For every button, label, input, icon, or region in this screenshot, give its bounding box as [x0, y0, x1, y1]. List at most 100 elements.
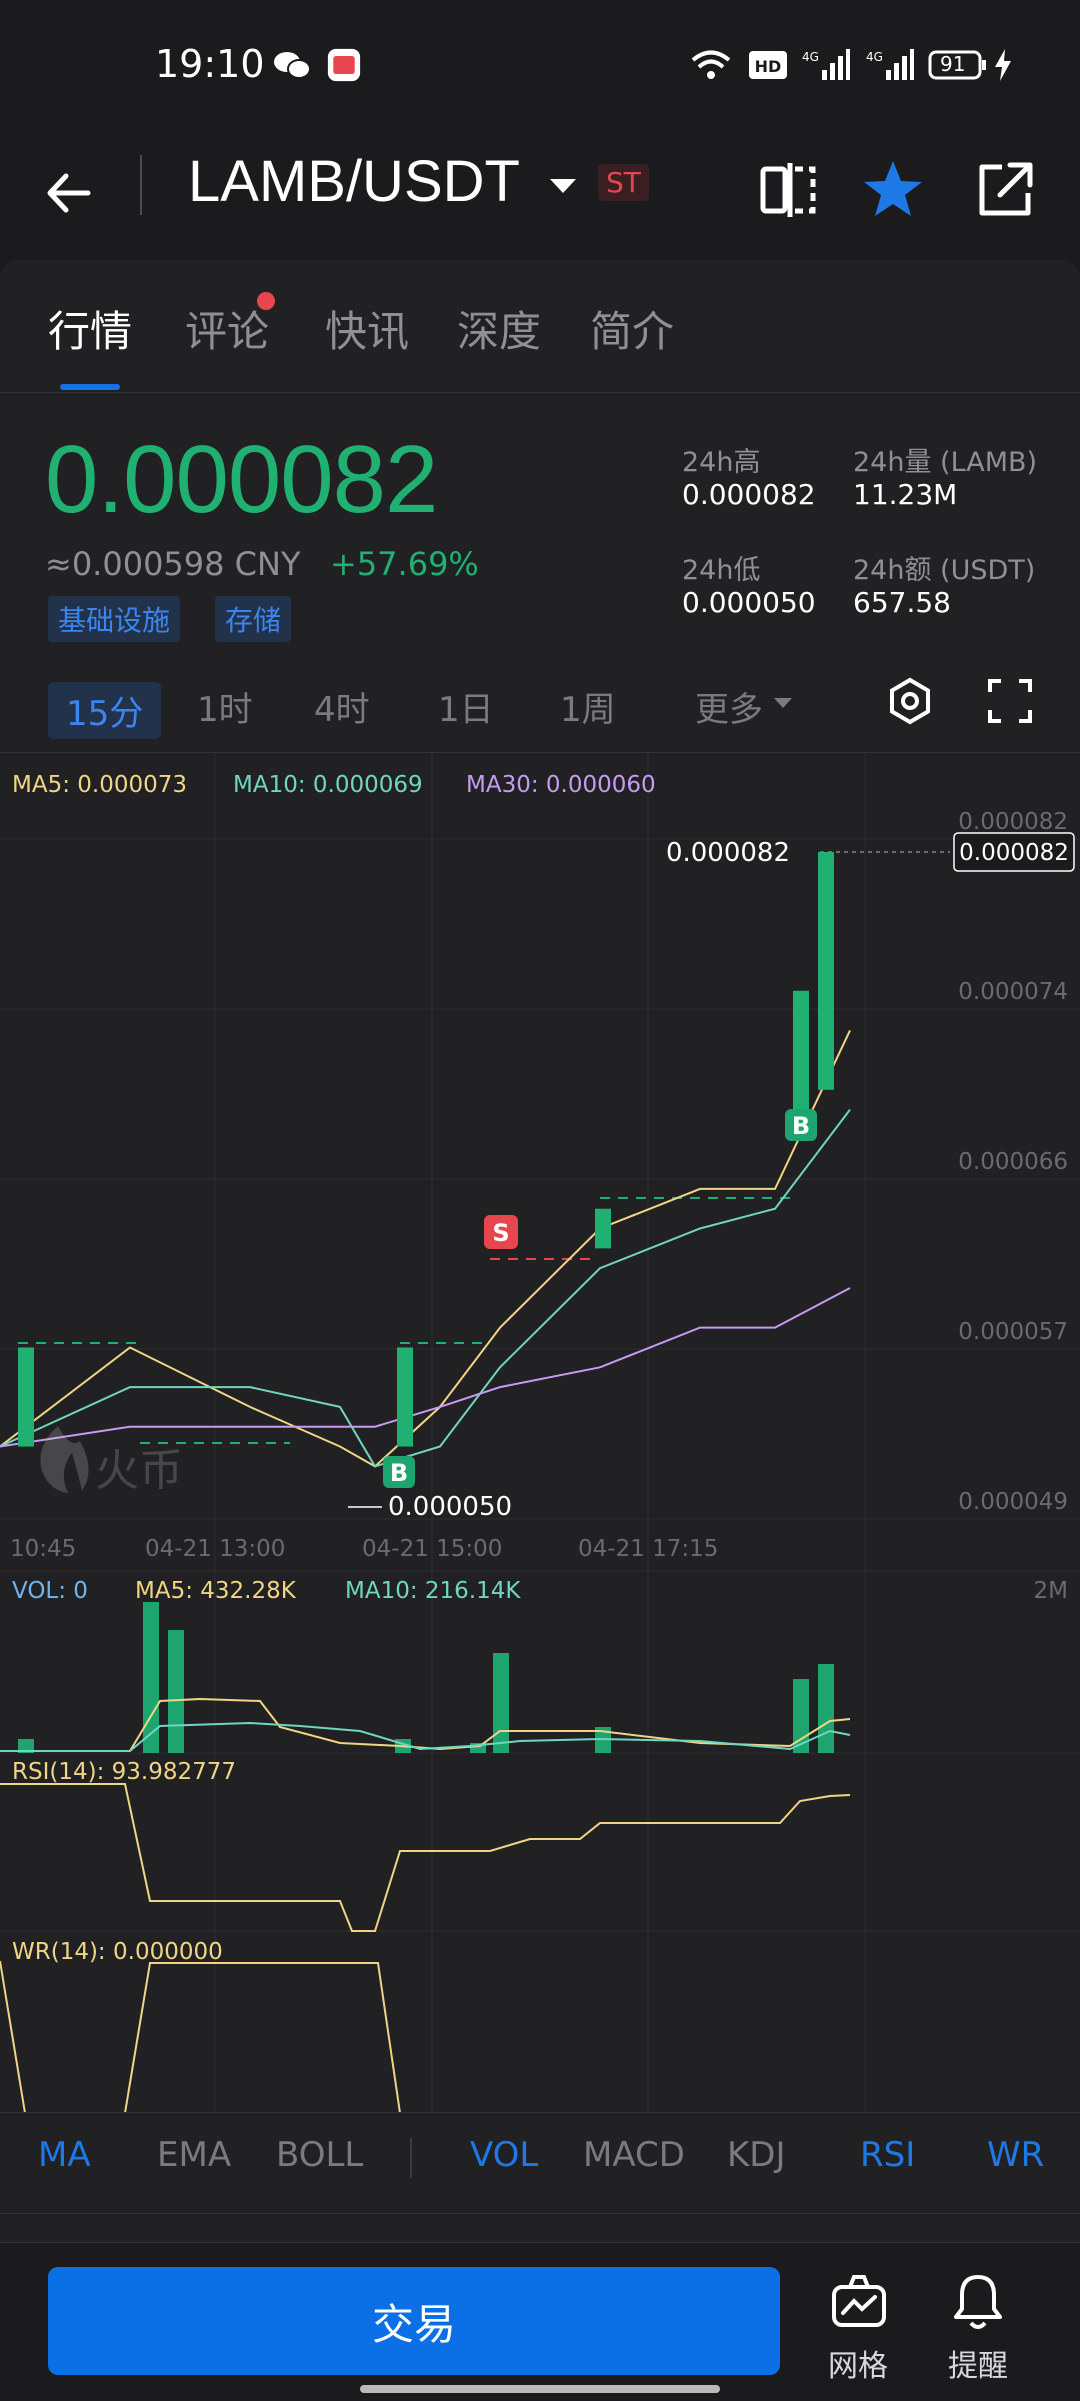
vol-ma10-legend: MA10: 216.14K	[345, 1578, 521, 1604]
indicator-rsi[interactable]: RSI	[860, 2135, 915, 2175]
axis-tick: 0.000074	[958, 979, 1068, 1005]
caret-down-icon[interactable]	[548, 176, 578, 196]
indicator-kdj[interactable]: KDJ	[727, 2135, 786, 2175]
pair-title[interactable]: LAMB/USDT	[188, 148, 520, 215]
sell-marker-text: S	[492, 1219, 509, 1247]
divider	[140, 155, 142, 215]
timeframe-1d[interactable]: 1日	[438, 682, 494, 731]
indicator-divider	[410, 2138, 412, 2178]
wechat-icon	[274, 52, 311, 79]
svg-text:4G: 4G	[802, 50, 819, 64]
tab-bar: 行情 评论 快讯 深度 简介	[0, 262, 1080, 393]
buy-marker[interactable]: B	[383, 1456, 415, 1488]
status-bar: 19:10 HD 4G 4G 91	[0, 0, 1080, 130]
timeframe-1w[interactable]: 1周	[560, 682, 616, 731]
timeframe-1h[interactable]: 1时	[197, 682, 253, 731]
sell-marker[interactable]: S	[484, 1215, 518, 1249]
active-tab-indicator	[60, 384, 120, 390]
huobi-watermark: 火币	[40, 1426, 183, 1496]
indicator-vol[interactable]: VOL	[470, 2135, 538, 2175]
alert-label[interactable]: 提醒	[948, 2341, 1008, 2385]
volume-value: 11.23M	[853, 478, 958, 511]
hd-icon: HD	[749, 51, 787, 79]
vol-ma5-legend: MA5: 432.28K	[135, 1578, 297, 1604]
vol-legend: VOL: 0	[12, 1578, 88, 1604]
charging-icon	[995, 49, 1011, 81]
star-favorite-icon[interactable]	[858, 155, 928, 225]
volume-bar	[168, 1630, 184, 1753]
candle	[793, 990, 809, 1110]
home-indicator[interactable]	[360, 2385, 720, 2393]
chart-canvas[interactable]: MA5: 0.000073 MA10: 0.000069 MA30: 0.000…	[0, 753, 1080, 2114]
indicator-ma[interactable]: MA	[38, 2135, 91, 2175]
volume-bar	[143, 1602, 159, 1753]
wifi-icon	[691, 50, 731, 79]
tab-comments[interactable]: 评论	[185, 298, 269, 359]
signal-4g-icon: 4G	[866, 49, 914, 80]
back-arrow-icon[interactable]	[40, 158, 110, 228]
current-price-label: 0.000082	[959, 840, 1069, 866]
ma10-line	[0, 1108, 851, 1468]
svg-text:HD: HD	[755, 57, 782, 76]
compare-icon[interactable]	[755, 155, 825, 225]
tab-news[interactable]: 快讯	[325, 298, 409, 359]
volume-bar	[493, 1653, 509, 1753]
buy-marker[interactable]: B	[785, 1109, 817, 1141]
indicator-wr[interactable]: WR	[987, 2135, 1044, 2175]
low-price-marker: 0.000050	[388, 1492, 512, 1522]
tab-depth[interactable]: 深度	[457, 298, 541, 359]
indicator-macd[interactable]: MACD	[583, 2135, 685, 2175]
axis-tick: 0.000049	[958, 1489, 1068, 1515]
candle	[818, 852, 834, 1090]
timeframe-4h[interactable]: 4时	[314, 682, 370, 731]
svg-text:4G: 4G	[866, 50, 883, 64]
tab-intro[interactable]: 简介	[590, 298, 674, 359]
volume-bar	[818, 1664, 834, 1753]
axis-tick: 0.000082	[958, 809, 1068, 835]
timeframe-15m[interactable]: 15分	[48, 682, 162, 739]
bell-icon[interactable]	[948, 2271, 1008, 2333]
vol-max-label: 2M	[1034, 1578, 1068, 1604]
status-time: 19:10	[155, 42, 265, 86]
share-icon[interactable]	[970, 155, 1040, 225]
tab-market[interactable]: 行情	[48, 298, 132, 359]
trade-button[interactable]: 交易	[48, 2267, 780, 2375]
axis-tick: 0.000057	[958, 1319, 1068, 1345]
indicator-ema[interactable]: EMA	[157, 2135, 231, 2175]
time-tick: 04-21 15:00	[362, 1536, 502, 1562]
time-tick: 04-21 13:00	[145, 1536, 285, 1562]
indicator-boll[interactable]: BOLL	[276, 2135, 363, 2175]
rsi-legend: RSI(14): 93.982777	[12, 1759, 236, 1785]
ma30-line	[0, 1287, 851, 1448]
amount-value: 657.58	[853, 586, 951, 619]
ma10-legend: MA10: 0.000069	[233, 772, 423, 798]
high-value: 0.000082	[682, 478, 816, 511]
header: LAMB/USDT ST	[0, 130, 1080, 260]
tag-infrastructure[interactable]: 基础设施	[48, 596, 181, 642]
last-price: 0.000082	[45, 426, 438, 533]
mail-app-icon	[327, 48, 361, 82]
cny-price: ≈0.000598 CNY	[45, 545, 301, 583]
timeframe-more[interactable]: 更多	[695, 682, 763, 731]
signal-4g-icon: 4G	[802, 49, 850, 80]
high-label: 24h高	[682, 447, 761, 478]
time-tick: 10:45	[10, 1536, 76, 1562]
fullscreen-icon[interactable]	[985, 676, 1035, 726]
kline-chart[interactable]: MA5: 0.000073 MA10: 0.000069 MA30: 0.000…	[0, 752, 1080, 2114]
candle	[397, 1347, 413, 1447]
candle	[595, 1208, 611, 1249]
grid-label[interactable]: 网格	[828, 2341, 888, 2385]
low-label: 24h低	[682, 555, 761, 586]
volume-label: 24h量 (LAMB)	[853, 447, 1038, 478]
grid-bot-icon[interactable]	[828, 2273, 890, 2331]
ma5-line	[0, 1029, 851, 1468]
ma5-legend: MA5: 0.000073	[12, 772, 187, 798]
low-value: 0.000050	[682, 586, 816, 619]
notification-dot	[257, 292, 275, 310]
buy-marker-text: B	[390, 1459, 408, 1487]
amount-label: 24h额 (USDT)	[853, 555, 1036, 586]
ma30-legend: MA30: 0.000060	[466, 772, 656, 798]
settings-hexagon-icon[interactable]	[885, 676, 935, 726]
high-price-marker: 0.000082	[666, 838, 790, 868]
tag-storage[interactable]: 存储	[215, 596, 292, 642]
